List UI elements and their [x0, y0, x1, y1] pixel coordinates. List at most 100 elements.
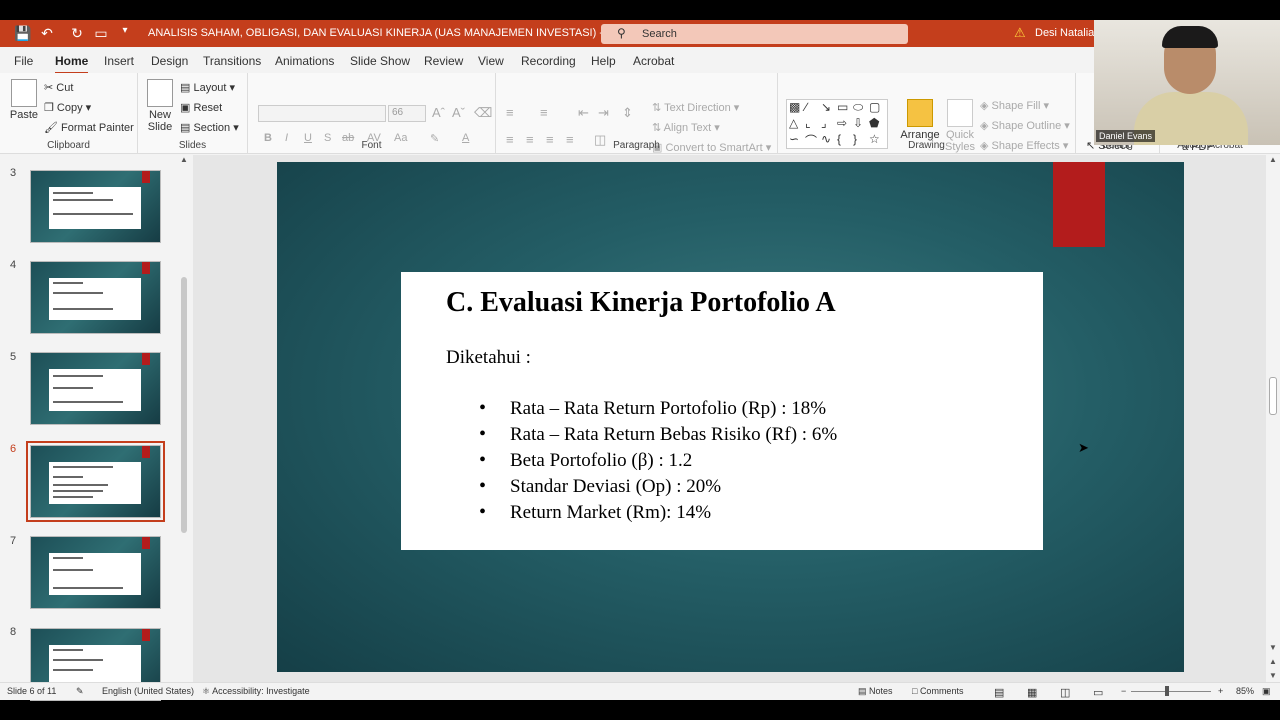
thumbnails-scroll-thumb[interactable] — [181, 277, 187, 533]
tab-animations[interactable]: Animations — [275, 54, 334, 68]
slide-title[interactable]: C. Evaluasi Kinerja Portofolio A — [446, 287, 836, 319]
decrease-indent-icon[interactable]: ⇤ — [578, 105, 589, 121]
copy-button[interactable]: ❐ Copy ▾ — [44, 101, 91, 114]
paste-button[interactable]: Paste — [8, 79, 40, 121]
font-size-dropdown[interactable]: 66 — [388, 105, 426, 122]
increase-indent-icon[interactable]: ⇥ — [598, 105, 609, 121]
format-painter-label: Format Painter — [61, 122, 134, 134]
reset-button[interactable]: ▣ Reset — [180, 101, 222, 114]
connector-shape-icon[interactable]: ⌞ — [805, 116, 811, 130]
previous-slide-icon[interactable]: ▲ — [1269, 657, 1277, 666]
comments-button[interactable]: □ Comments — [912, 686, 963, 696]
tab-insert[interactable]: Insert — [104, 54, 134, 68]
bullets-icon[interactable]: ≡ — [506, 105, 514, 120]
slide-bullet-list[interactable]: Rata – Rata Return Portofolio (Rp) : 18%… — [479, 397, 837, 527]
pentagon-shape-icon[interactable]: ⬟ — [869, 116, 879, 130]
tab-review[interactable]: Review — [424, 54, 463, 68]
tab-recording[interactable]: Recording — [521, 54, 576, 68]
thumbnail-content — [49, 553, 141, 595]
line-spacing-icon[interactable]: ⇕ — [622, 105, 633, 121]
font-family-dropdown[interactable] — [258, 105, 386, 122]
scroll-down-icon[interactable]: ▼ — [1269, 643, 1277, 652]
layout-button[interactable]: ▤ Layout ▾ — [180, 81, 235, 94]
zoom-out-icon[interactable]: − — [1121, 686, 1126, 696]
cut-button[interactable]: ✂ Cut — [44, 81, 73, 94]
next-slide-icon[interactable]: ▼ — [1269, 671, 1277, 680]
tab-view[interactable]: View — [478, 54, 504, 68]
tab-slide-show[interactable]: Slide Show — [350, 54, 410, 68]
tab-acrobat[interactable]: Acrobat — [633, 54, 674, 68]
present-icon[interactable]: ▭ — [92, 25, 110, 42]
scroll-up-icon[interactable]: ▲ — [180, 155, 188, 164]
user-name[interactable]: Desi Natalia — [1035, 27, 1094, 39]
slideshow-view-icon[interactable]: ▭ — [1093, 686, 1103, 699]
language-button[interactable]: English (United States) — [102, 686, 194, 696]
slide-thumbnail-4[interactable] — [30, 261, 161, 334]
shape-fill-button[interactable]: ◈ Shape Fill ▾ — [980, 99, 1049, 112]
oval-shape-icon[interactable]: ⬭ — [853, 100, 863, 115]
thumbnail-number: 8 — [10, 626, 17, 638]
bullet-item[interactable]: Return Market (Rm): 14% — [479, 501, 837, 527]
undo-icon[interactable]: ↶ — [38, 25, 56, 42]
slide-thumbnail-3[interactable] — [30, 170, 161, 243]
rounded-rect-shape-icon[interactable]: ▢ — [869, 100, 880, 114]
text-direction-button[interactable]: ⇅ Text Direction ▾ — [652, 101, 739, 114]
notes-button[interactable]: ▤ Notes — [858, 686, 893, 697]
editor-scrollbar[interactable]: ▲ ▼ ▲ ▼ — [1266, 155, 1280, 697]
elbow-shape-icon[interactable]: ⌟ — [821, 116, 827, 130]
bullet-item[interactable]: Beta Portofolio (β) : 1.2 — [479, 449, 837, 475]
right-arrow-shape-icon[interactable]: ⇨ — [837, 116, 847, 130]
fit-slide-icon[interactable]: ▣ — [1262, 686, 1271, 697]
thumbnail-line — [53, 476, 83, 478]
triangle-shape-icon[interactable]: △ — [789, 116, 798, 130]
spellcheck-icon[interactable]: ✎ — [76, 686, 84, 697]
zoom-slider-knob[interactable] — [1165, 686, 1169, 696]
slide-thumbnail-6[interactable] — [26, 441, 165, 522]
align-text-button[interactable]: ⇅ Align Text ▾ — [652, 121, 720, 134]
slide-thumbnail-5[interactable] — [30, 352, 161, 425]
rectangle-shape-icon[interactable]: ▭ — [837, 100, 848, 114]
slide-known-label[interactable]: Diketahui : — [446, 347, 531, 369]
slide-red-accent[interactable] — [1053, 162, 1105, 247]
clear-format-icon[interactable]: ⌫ — [474, 105, 492, 121]
reading-view-icon[interactable]: ◫ — [1060, 686, 1070, 699]
down-arrow-shape-icon[interactable]: ⇩ — [853, 116, 863, 130]
search-box[interactable]: ⚲ Search — [601, 24, 908, 44]
save-icon[interactable]: 💾 — [14, 25, 32, 42]
slide-content-box[interactable]: C. Evaluasi Kinerja Portofolio A Diketah… — [401, 272, 1043, 550]
shape-outline-button[interactable]: ◈ Shape Outline ▾ — [980, 119, 1070, 132]
increase-font-icon[interactable]: Aˆ — [432, 105, 445, 120]
arrow-line-shape-icon[interactable]: ↘ — [821, 100, 831, 114]
zoom-level[interactable]: 85% — [1236, 686, 1254, 696]
redo-icon[interactable]: ↻ — [68, 25, 86, 42]
bullet-item[interactable]: Rata – Rata Return Bebas Risiko (Rf) : 6… — [479, 423, 837, 449]
customize-toolbar-icon[interactable]: ▾ — [116, 25, 134, 36]
numbering-icon[interactable]: ≡ — [540, 105, 548, 120]
bullet-item[interactable]: Standar Deviasi (Op) : 20% — [479, 475, 837, 501]
tab-design[interactable]: Design — [151, 54, 188, 68]
zoom-in-icon[interactable]: + — [1218, 686, 1223, 696]
slide-sorter-icon[interactable]: ▦ — [1027, 686, 1037, 699]
editor-scroll-thumb[interactable] — [1269, 377, 1277, 415]
arrange-button[interactable]: Arrange — [900, 99, 940, 141]
thumbnail-line — [53, 375, 103, 377]
tab-file[interactable]: File — [14, 54, 33, 68]
zoom-slider[interactable] — [1131, 691, 1211, 692]
slide-thumbnail-7[interactable] — [30, 536, 161, 609]
textbox-shape-icon[interactable]: ▩ — [789, 100, 800, 114]
tab-home[interactable]: Home — [55, 54, 89, 74]
accessibility-button[interactable]: ⚛ Accessibility: Investigate — [202, 686, 310, 697]
thumbnails-scrollbar[interactable]: ▲ ▼ — [179, 155, 189, 697]
new-slide-button[interactable]: New Slide — [143, 79, 177, 133]
section-button[interactable]: ▤ Section ▾ — [180, 121, 239, 134]
format-painter-button[interactable]: 🖌 Format Painter — [44, 121, 134, 134]
tab-help[interactable]: Help — [591, 54, 616, 68]
normal-view-icon[interactable]: ▤ — [994, 686, 1004, 699]
warning-icon[interactable]: ⚠ — [1014, 25, 1026, 41]
decrease-font-icon[interactable]: Aˇ — [452, 105, 465, 120]
current-slide[interactable]: C. Evaluasi Kinerja Portofolio A Diketah… — [277, 162, 1184, 672]
tab-transitions[interactable]: Transitions — [203, 54, 261, 68]
scroll-up-icon[interactable]: ▲ — [1269, 155, 1277, 164]
line-shape-icon[interactable]: ∕ — [805, 100, 807, 114]
bullet-item[interactable]: Rata – Rata Return Portofolio (Rp) : 18% — [479, 397, 837, 423]
